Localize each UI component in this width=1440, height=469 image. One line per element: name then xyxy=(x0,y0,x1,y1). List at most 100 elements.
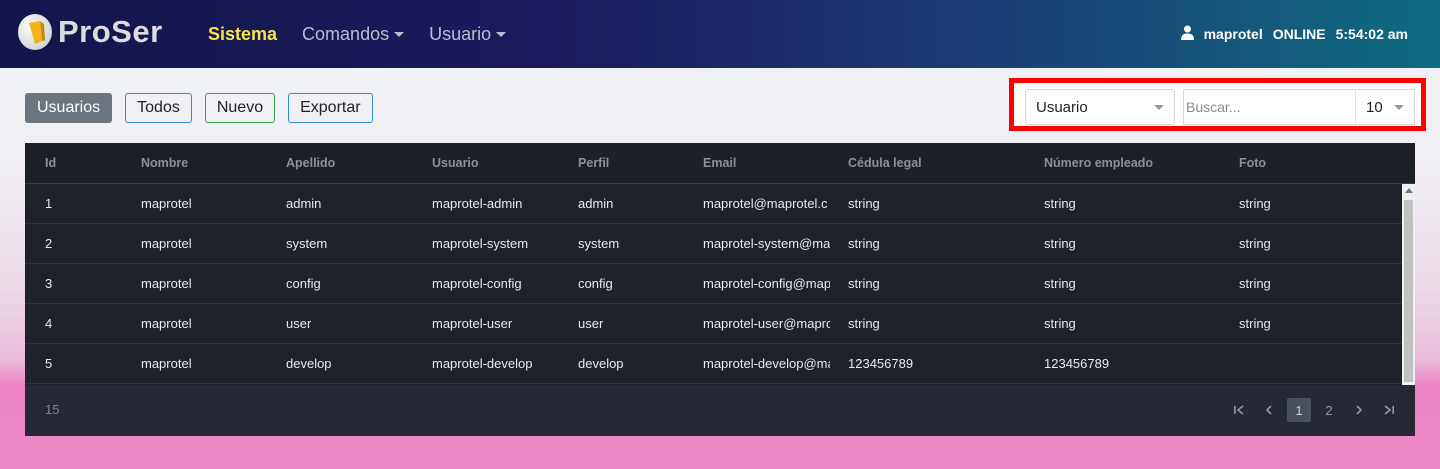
user-icon xyxy=(1180,25,1194,43)
cell-apellido: config xyxy=(286,276,321,291)
nav-comandos-label: Comandos xyxy=(302,23,390,44)
column-header-cedula[interactable]: Cédula legal xyxy=(848,156,922,170)
top-navbar: ProSer Sistema Comandos Usuario maprotel… xyxy=(0,0,1440,68)
search-field-value: Usuario xyxy=(1036,98,1088,116)
page-size-select[interactable]: 10 xyxy=(1355,89,1415,125)
cell-foto: string xyxy=(1239,236,1271,251)
table-row[interactable]: 5 maprotel develop maprotel-develop deve… xyxy=(25,344,1402,384)
cell-perfil: config xyxy=(578,276,613,291)
cell-usuario: maprotel-develop xyxy=(432,356,533,371)
chevron-down-icon xyxy=(1394,105,1404,110)
nav-sistema-label: Sistema xyxy=(208,23,278,44)
cell-perfil: user xyxy=(578,316,604,331)
user-status: maprotel ONLINE 5:54:02 am xyxy=(1180,0,1408,68)
cell-nombre: maprotel xyxy=(141,236,192,251)
username: maprotel xyxy=(1203,26,1263,42)
last-page-icon[interactable] xyxy=(1377,398,1401,422)
cell-perfil: develop xyxy=(578,356,624,371)
first-page-icon[interactable] xyxy=(1227,398,1251,422)
cell-id: 2 xyxy=(45,236,53,251)
cell-numero-empleado: string xyxy=(1044,276,1076,291)
column-header-numero-empleado[interactable]: Número empleado xyxy=(1044,156,1153,170)
cell-perfil: admin xyxy=(578,196,614,211)
cell-foto: string xyxy=(1239,276,1271,291)
nuevo-button[interactable]: Nuevo xyxy=(204,93,276,123)
usuarios-button[interactable]: Usuarios xyxy=(25,93,113,123)
prev-page-icon[interactable] xyxy=(1257,398,1281,422)
column-header-nombre[interactable]: Nombre xyxy=(141,156,188,170)
cell-numero-empleado: string xyxy=(1044,236,1076,251)
search-panel: Usuario 10 xyxy=(1009,78,1426,131)
nav-comandos[interactable]: Comandos xyxy=(302,23,405,45)
table-row[interactable]: 4 maprotel user maprotel-user user mapro… xyxy=(25,304,1402,344)
status-badge: ONLINE xyxy=(1272,26,1326,42)
cell-numero-empleado: string xyxy=(1044,196,1076,211)
cell-foto: string xyxy=(1239,196,1271,211)
cell-id: 4 xyxy=(45,316,53,331)
cell-id: 3 xyxy=(45,276,53,291)
column-header-email[interactable]: Email xyxy=(703,156,736,170)
column-header-usuario[interactable]: Usuario xyxy=(432,156,479,170)
cell-nombre: maprotel xyxy=(141,196,192,211)
cell-email: maprotel-system@ma xyxy=(703,236,830,251)
cell-usuario: maprotel-user xyxy=(432,316,513,331)
page-1-button[interactable]: 1 xyxy=(1287,398,1311,422)
chevron-down-icon xyxy=(496,31,507,37)
cell-usuario: maprotel-admin xyxy=(432,196,523,211)
cell-cedula: string xyxy=(848,236,880,251)
column-header-apellido[interactable]: Apellido xyxy=(286,156,335,170)
cell-cedula: string xyxy=(848,276,880,291)
cell-nombre: maprotel xyxy=(141,356,192,371)
nav-usuario-label: Usuario xyxy=(429,23,492,44)
table-header: Id Nombre Apellido Usuario Perfil Email … xyxy=(25,143,1415,184)
pagination: 1 2 xyxy=(1221,398,1401,422)
nav-sistema[interactable]: Sistema xyxy=(208,24,277,45)
next-page-icon[interactable] xyxy=(1347,398,1371,422)
cell-id: 5 xyxy=(45,356,53,371)
scroll-up-icon[interactable] xyxy=(1405,188,1413,193)
cell-email: maprotel-develop@ma xyxy=(703,356,830,371)
cell-usuario: maprotel-config xyxy=(432,276,522,291)
cell-cedula: string xyxy=(848,196,880,211)
proser-logo-icon xyxy=(18,14,52,50)
column-header-foto[interactable]: Foto xyxy=(1239,156,1266,170)
cell-apellido: system xyxy=(286,236,328,251)
table-body: 1 maprotel admin maprotel-admin admin ma… xyxy=(25,184,1402,385)
cell-apellido: user xyxy=(286,316,312,331)
cell-foto: string xyxy=(1239,316,1271,331)
cell-numero-empleado: string xyxy=(1044,316,1076,331)
search-field-select[interactable]: Usuario xyxy=(1025,89,1175,125)
cell-email: maprotel-user@mapro xyxy=(703,316,830,331)
cell-apellido: develop xyxy=(286,356,332,371)
brand-logo[interactable]: ProSer xyxy=(18,14,163,50)
chevron-down-icon xyxy=(394,31,405,37)
chevron-down-icon xyxy=(1154,105,1164,110)
cell-email: maprotel@maprotel.c xyxy=(703,196,828,211)
cell-perfil: system xyxy=(578,236,620,251)
table-row[interactable]: 3 maprotel config maprotel-config config… xyxy=(25,264,1402,304)
cell-cedula: string xyxy=(848,316,880,331)
search-input[interactable] xyxy=(1183,89,1357,125)
table-row[interactable]: 1 maprotel admin maprotel-admin admin ma… xyxy=(25,184,1402,224)
cell-id: 1 xyxy=(45,196,53,211)
table-footer: 15 1 2 xyxy=(25,385,1415,436)
action-toolbar: Usuarios Todos Nuevo Exportar xyxy=(25,93,386,123)
column-header-perfil[interactable]: Perfil xyxy=(578,156,609,170)
nav-usuario[interactable]: Usuario xyxy=(429,23,507,45)
cell-nombre: maprotel xyxy=(141,316,192,331)
cell-apellido: admin xyxy=(286,196,322,211)
column-header-id[interactable]: Id xyxy=(45,156,56,170)
page-2-button[interactable]: 2 xyxy=(1317,398,1341,422)
table-scrollbar[interactable] xyxy=(1402,184,1415,385)
cell-email: maprotel-config@map xyxy=(703,276,830,291)
todos-button[interactable]: Todos xyxy=(125,93,192,123)
clock: 5:54:02 am xyxy=(1335,26,1408,42)
total-count: 15 xyxy=(45,402,60,417)
users-table: Id Nombre Apellido Usuario Perfil Email … xyxy=(25,143,1415,436)
main-menu: Sistema Comandos Usuario xyxy=(208,0,531,68)
exportar-button[interactable]: Exportar xyxy=(288,93,373,123)
cell-numero-empleado: 123456789 xyxy=(1044,356,1110,371)
cell-nombre: maprotel xyxy=(141,276,192,291)
scroll-thumb[interactable] xyxy=(1404,200,1413,382)
table-row[interactable]: 2 maprotel system maprotel-system system… xyxy=(25,224,1402,264)
